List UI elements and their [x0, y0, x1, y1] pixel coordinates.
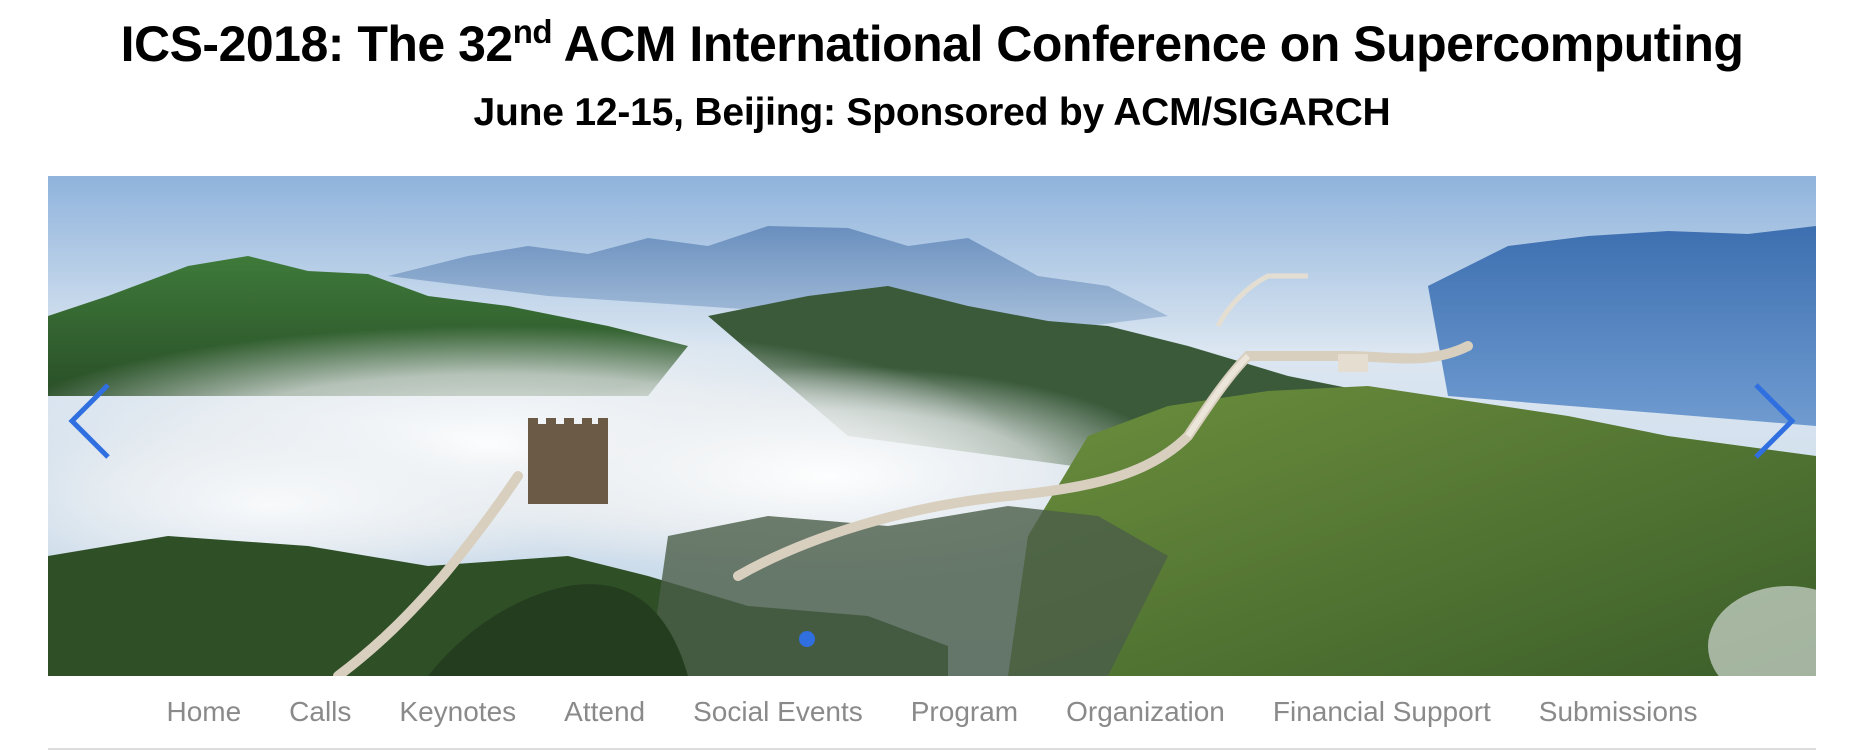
nav-item-social-events[interactable]: Social Events [693, 696, 863, 728]
chevron-right-icon [1754, 383, 1796, 459]
chevron-left-icon [68, 383, 110, 459]
title-suffix: ACM International Conference on Supercom… [552, 16, 1744, 72]
nav-item-submissions[interactable]: Submissions [1539, 696, 1698, 728]
nav-item-calls[interactable]: Calls [289, 696, 351, 728]
title-prefix: ICS-2018: The 32 [120, 16, 514, 72]
nav-item-home[interactable]: Home [166, 696, 241, 728]
page-subtitle: June 12-15, Beijing: Sponsored by ACM/SI… [473, 91, 1391, 134]
nav-item-financial-support[interactable]: Financial Support [1273, 696, 1491, 728]
nav-item-program[interactable]: Program [911, 696, 1018, 728]
nav-item-organization[interactable]: Organization [1066, 696, 1225, 728]
title-superscript: nd [512, 13, 553, 51]
nav-item-attend[interactable]: Attend [564, 696, 645, 728]
carousel-next-button[interactable] [1748, 381, 1798, 461]
great-wall-photo [48, 176, 1816, 676]
main-nav: Home Calls Keynotes Attend Social Events… [48, 676, 1816, 750]
page-title: ICS-2018: The 32nd ACM International Con… [0, 14, 1864, 74]
nav-item-keynotes[interactable]: Keynotes [399, 696, 516, 728]
carousel-indicator[interactable] [799, 631, 815, 647]
carousel-prev-button[interactable] [66, 381, 116, 461]
image-carousel[interactable] [48, 176, 1816, 676]
